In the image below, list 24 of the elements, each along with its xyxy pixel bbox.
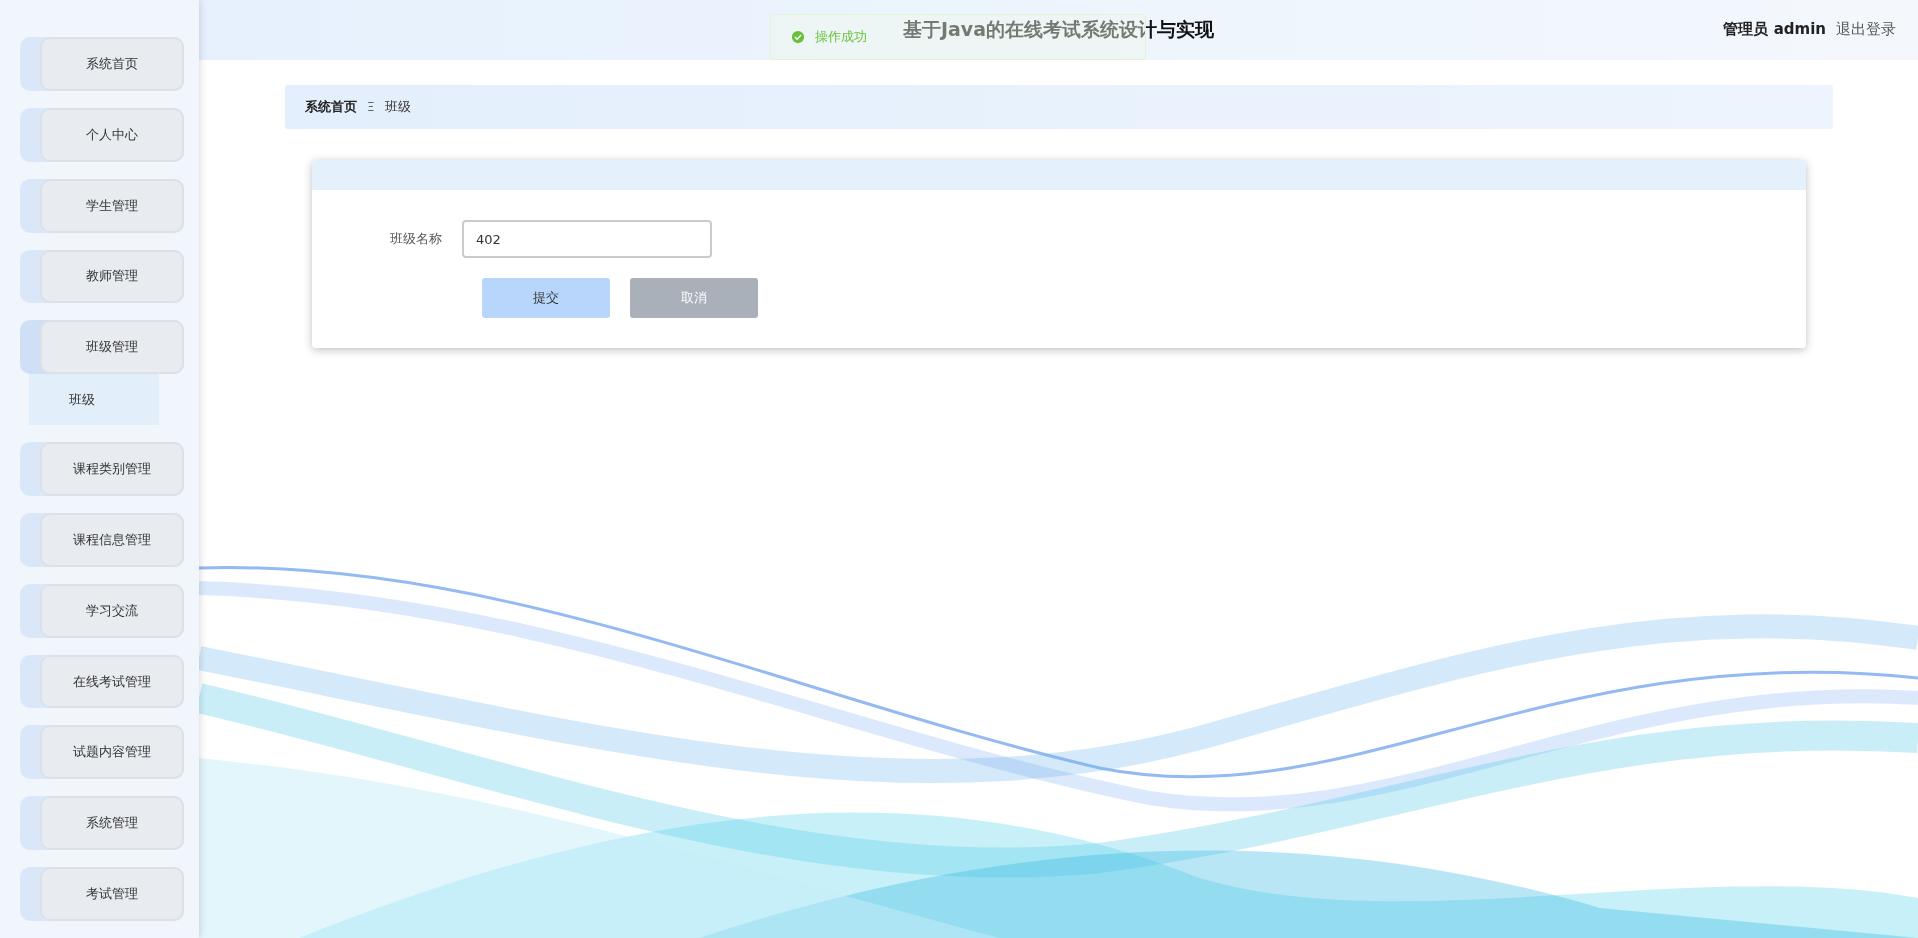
menu-item[interactable]: 个人中心 (20, 107, 184, 162)
input-field[interactable]: 402 (462, 220, 712, 258)
breadcrumb-link[interactable]: 班级 (384, 98, 411, 116)
menu-item[interactable]: 教师管理 (20, 249, 184, 304)
submit-button[interactable]: 提交 (482, 278, 610, 318)
menu-item[interactable]: 系统首页 (20, 37, 184, 91)
menu-item[interactable]: 系统管理 (20, 796, 184, 851)
page-title: 基于Java的在线考试系统设计与实现 (902, 17, 1215, 42)
check-icon (791, 30, 805, 44)
menu-item[interactable]: 课程信息管理 (20, 512, 184, 567)
menu-item[interactable]: 在线考试管理 (20, 654, 184, 709)
menu-item[interactable]: 课程类别管理 (20, 442, 184, 496)
breadcrumb-link[interactable]: 系统首页 (305, 98, 357, 116)
breadcrumb-separator: Ξ (367, 100, 375, 114)
menu-item[interactable]: 班级管理 (20, 320, 184, 375)
toast-message: 操作成功 (815, 28, 867, 46)
logout-link[interactable]: 退出登录 (1836, 20, 1896, 39)
menu-item[interactable]: 学习交流 (20, 583, 184, 638)
menu-item[interactable]: 学生管理 (20, 178, 184, 233)
field-label: 班级名称 (389, 230, 443, 248)
submenu-item[interactable]: 班级 (29, 374, 159, 426)
menu-item[interactable]: 试题内容管理 (20, 725, 184, 780)
user-name: 管理员 admin (1723, 20, 1826, 39)
menu-item[interactable]: 考试管理 (20, 867, 184, 921)
